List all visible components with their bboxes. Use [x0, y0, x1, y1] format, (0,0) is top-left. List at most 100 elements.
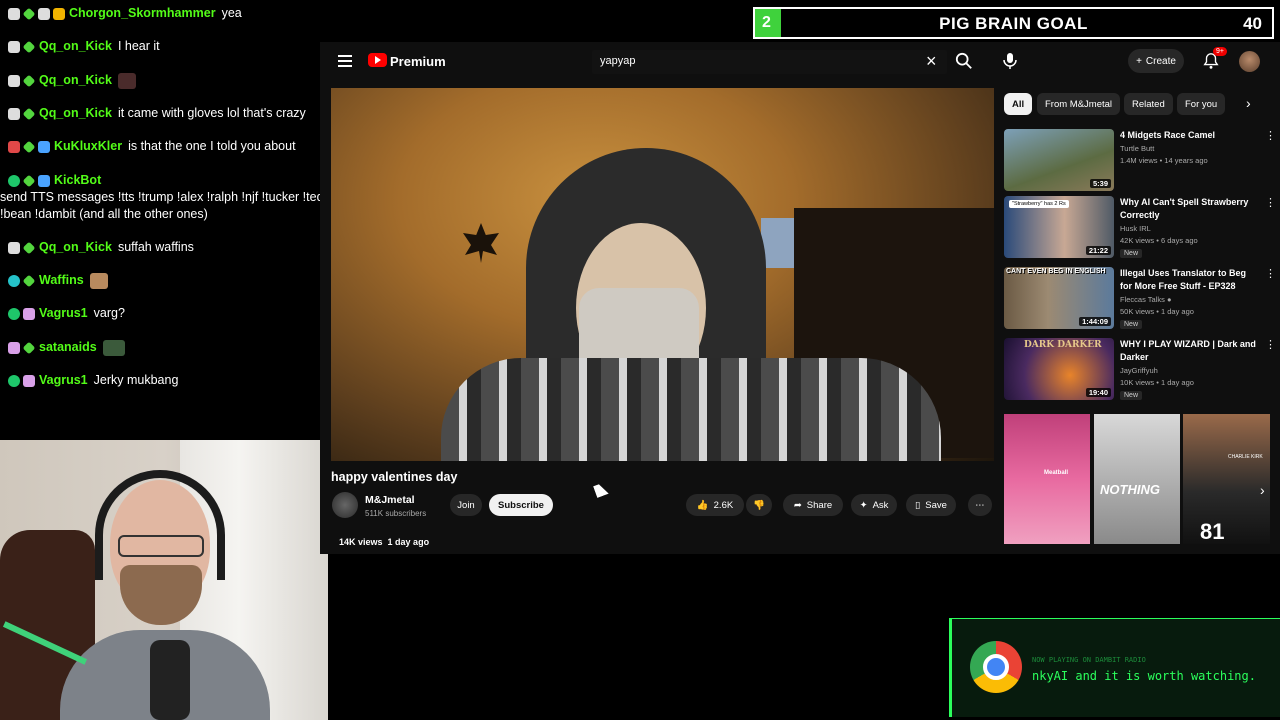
menu-icon[interactable] — [338, 55, 352, 67]
close-icon[interactable]: × — [926, 51, 937, 71]
chip-for-you[interactable]: For you — [1177, 93, 1226, 115]
video-duration: 21:22 — [1085, 246, 1111, 255]
recommendation-item[interactable]: 5:39 4 Midgets Race Camel Turtle Butt 1.… — [1004, 129, 1280, 191]
recommendation-channel[interactable]: Turtle Butt — [1120, 144, 1154, 153]
video-duration: 1:44:09 — [1079, 317, 1111, 326]
chat-text: send TTS messages !tts !trump !alex !ral… — [0, 190, 337, 221]
notification-badge: 9+ — [1213, 47, 1227, 56]
video-thumbnail[interactable]: 5:39 — [1004, 129, 1114, 191]
chevron-right-icon[interactable]: › — [1260, 482, 1265, 498]
chat-username: KickBot — [54, 173, 102, 187]
verified-icon: ● — [1166, 295, 1172, 304]
chat-username: Vagrus1 — [39, 306, 88, 320]
save-button[interactable]: ▯ Save — [906, 494, 956, 516]
recommendation-meta: 42K views • 6 days ago — [1120, 236, 1198, 245]
short-label: CHARLIE KIRK — [1228, 454, 1263, 460]
recommendation-meta: 10K views • 1 day ago — [1120, 378, 1194, 387]
video-thumbnail[interactable]: DARK DARKER 19:40 — [1004, 338, 1114, 400]
more-icon: ⋯ — [975, 499, 985, 511]
chat-message: Qq_on_Kick it came with gloves lol that's… — [8, 105, 348, 122]
chat-message: Qq_on_Kick suffah waffins — [8, 239, 348, 256]
chat-overlay: Chorgon_Skormhammer yea Qq_on_Kick I hear … — [0, 0, 337, 400]
thumbs-up-icon: 👍 — [696, 499, 709, 511]
chat-text: is that the one I told you about — [128, 139, 296, 153]
goal-title: PIG BRAIN GOAL — [939, 14, 1088, 33]
chat-text: varg? — [93, 306, 125, 320]
view-count: 14K views — [339, 537, 383, 547]
more-vert-icon[interactable]: ⋮ — [1265, 338, 1276, 351]
new-badge: New — [1120, 391, 1143, 400]
search-icon[interactable] — [955, 52, 973, 70]
youtube-header: Premium × +Create 9+ — [320, 42, 1280, 82]
recommendation-item[interactable]: CANT EVEN BEG IN ENGLISH 1:44:09 Illegal… — [1004, 267, 1280, 329]
thumbnail-caption: DARK DARKER — [1024, 340, 1102, 350]
short-thumbnail[interactable]: Meatball — [1004, 414, 1090, 544]
video-thumbnail[interactable]: "Strawberry" has 2 Rs 21:22 — [1004, 196, 1114, 258]
chat-text: yea — [221, 6, 242, 20]
toast-subtitle: NOW PLAYING ON DAMBIT RADIO — [1032, 656, 1146, 664]
chevron-right-icon[interactable]: › — [1246, 95, 1251, 111]
subscribe-button[interactable]: Subscribe — [489, 494, 553, 516]
more-vert-icon[interactable]: ⋮ — [1265, 196, 1276, 209]
chip-from-channel[interactable]: From M&Jmetal — [1037, 93, 1121, 115]
chat-message: Vagrus1 varg? — [8, 305, 348, 322]
recommendation-meta: 1.4M views • 14 years ago — [1120, 156, 1208, 165]
chat-message: satanaids — [8, 339, 348, 356]
channel-avatar[interactable] — [332, 492, 358, 518]
short-label: NOTHING — [1100, 482, 1160, 497]
recommendation-title[interactable]: Why AI Can't Spell Strawberry Correctly — [1120, 196, 1258, 222]
share-icon: ➦ — [793, 499, 802, 511]
channel-name[interactable]: M&Jmetal — [365, 494, 415, 506]
chat-username: Vagrus1 — [39, 373, 88, 387]
search-box[interactable] — [592, 50, 947, 74]
avatar[interactable] — [1239, 51, 1260, 72]
short-thumbnail[interactable]: NOTHING — [1094, 414, 1180, 544]
more-vert-icon[interactable]: ⋮ — [1265, 267, 1276, 280]
emote-image — [89, 272, 108, 289]
chat-message: Qq_on_Kick — [8, 72, 348, 89]
recommendation-title[interactable]: Illegal Uses Translator to Beg for More … — [1120, 267, 1258, 293]
chat-text: suffah waffins — [117, 240, 194, 254]
more-actions-button[interactable]: ⋯ — [968, 494, 992, 516]
chat-message: KickBot send TTS messages !tts !trump !al… — [0, 172, 348, 223]
recommendation-title[interactable]: WHY I PLAY WIZARD | Dark and Darker — [1120, 338, 1258, 364]
emote-image — [102, 339, 125, 356]
video-player[interactable] — [331, 88, 994, 461]
like-button[interactable]: 👍 2.6K — [686, 494, 744, 516]
recommendation-item[interactable]: DARK DARKER 19:40 WHY I PLAY WIZARD | Da… — [1004, 338, 1280, 400]
short-thumbnail[interactable]: CHARLIE KIRK 81 — [1183, 414, 1270, 544]
save-label: Save — [925, 499, 947, 511]
chip-all[interactable]: All — [1004, 93, 1033, 115]
bookmark-icon: ▯ — [915, 499, 921, 511]
youtube-brand[interactable]: Premium — [390, 54, 446, 69]
dislike-button[interactable]: 👎 — [746, 494, 772, 516]
more-vert-icon[interactable]: ⋮ — [1265, 129, 1276, 142]
plus-icon: + — [1136, 55, 1142, 67]
share-label: Share — [806, 499, 833, 511]
recommendation-meta: 50K views • 1 day ago — [1120, 307, 1194, 316]
search-input[interactable] — [592, 50, 892, 72]
sparkle-icon: ✦ — [859, 499, 868, 511]
join-button[interactable]: Join — [450, 494, 482, 516]
recommendation-channel[interactable]: Fleccas Talks ● — [1120, 295, 1172, 304]
new-badge: New — [1120, 320, 1143, 329]
short-label: Meatball — [1044, 470, 1069, 476]
youtube-logo-icon[interactable] — [368, 53, 387, 67]
microphone-icon[interactable] — [1000, 50, 1020, 72]
chrome-icon — [970, 641, 1022, 693]
recommendation-item[interactable]: "Strawberry" has 2 Rs 21:22 Why AI Can't… — [1004, 196, 1280, 258]
create-button[interactable]: + Create — [1128, 49, 1184, 73]
share-button[interactable]: ➦ Share — [783, 494, 843, 516]
recommendation-title[interactable]: 4 Midgets Race Camel — [1120, 129, 1258, 142]
video-scene-jacket — [441, 358, 941, 461]
video-thumbnail[interactable]: CANT EVEN BEG IN ENGLISH 1:44:09 — [1004, 267, 1114, 329]
chat-message: Waffins — [8, 272, 348, 289]
video-duration: 19:40 — [1085, 388, 1111, 397]
recommendation-channel[interactable]: Husk IRL — [1120, 224, 1151, 233]
recommendation-channel[interactable]: JayGriffyuh — [1120, 366, 1158, 375]
ask-button[interactable]: ✦ Ask — [851, 494, 897, 516]
chip-related[interactable]: Related — [1124, 93, 1173, 115]
now-playing-toast: NOW PLAYING ON DAMBIT RADIO nkyAI and it… — [949, 618, 1280, 717]
chat-username: Qq_on_Kick — [39, 106, 112, 120]
chat-username: satanaids — [39, 340, 97, 354]
